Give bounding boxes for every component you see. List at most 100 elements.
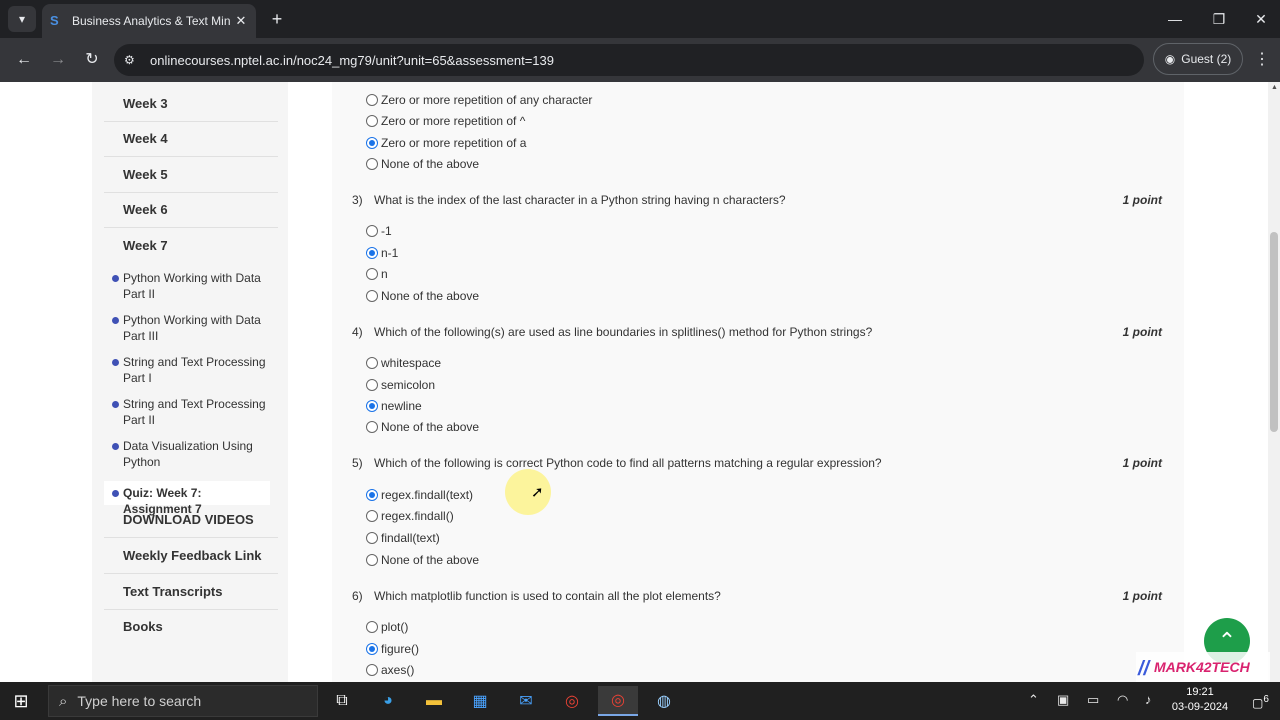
mail-icon[interactable]: ✉: [506, 686, 546, 716]
browser-menu-icon[interactable]: ⋮: [1254, 48, 1270, 72]
answer-option[interactable]: Zero or more repetition of ^: [366, 112, 525, 130]
chrome-icon[interactable]: ◎: [552, 686, 592, 716]
radio-button[interactable]: [366, 664, 378, 676]
answer-option[interactable]: axes(): [366, 661, 414, 679]
microsoft-store-icon[interactable]: ▦: [460, 686, 500, 716]
answer-option[interactable]: Zero or more repetition of any character: [366, 91, 592, 109]
sidebar-item-week-5[interactable]: Week 5: [104, 158, 278, 193]
question-text: Which matplotlib function is used to con…: [374, 589, 721, 603]
radio-button[interactable]: [366, 421, 378, 433]
answer-option[interactable]: n-1: [366, 244, 398, 262]
sidebar-unit-item[interactable]: Python Working with Data Part III: [110, 312, 270, 344]
battery-icon[interactable]: ▭: [1087, 692, 1099, 708]
sidebar-unit-item[interactable]: String and Text Processing Part II: [110, 396, 270, 428]
answer-option[interactable]: regex.findall(): [366, 507, 454, 525]
sidebar-item-week-3[interactable]: Week 3: [104, 87, 278, 122]
reload-button[interactable]: ↻: [80, 48, 104, 72]
answer-option[interactable]: Zero or more repetition of a: [366, 134, 526, 152]
tab-list-button[interactable]: ▾: [8, 6, 36, 32]
answer-option[interactable]: None of the above: [366, 155, 479, 173]
radio-button[interactable]: [366, 225, 378, 237]
sidebar-unit-item[interactable]: Data Visualization Using Python: [110, 438, 270, 470]
radio-button[interactable]: [366, 510, 378, 522]
page-scrollbar[interactable]: ▲: [1268, 82, 1280, 682]
edge-browser-icon[interactable]: ◕: [368, 686, 408, 716]
watermark-text: MARK42TECH: [1154, 659, 1250, 675]
radio-button[interactable]: [366, 94, 378, 106]
scroll-up-icon[interactable]: ▲: [1271, 84, 1278, 91]
minimize-button[interactable]: —: [1160, 6, 1190, 32]
option-label: -1: [381, 224, 392, 238]
sidebar-item-week-4[interactable]: Week 4: [104, 122, 278, 157]
radio-button[interactable]: [366, 621, 378, 633]
answer-option[interactable]: n: [366, 265, 388, 283]
browser-tab[interactable]: S Business Analytics & Text Minin ✕: [42, 4, 256, 38]
close-tab-icon[interactable]: ✕: [234, 13, 248, 29]
new-tab-button[interactable]: +: [266, 8, 288, 30]
file-explorer-icon[interactable]: ▬: [414, 686, 454, 716]
profile-button[interactable]: ◉ Guest (2): [1153, 43, 1243, 75]
sidebar-link-books[interactable]: Books: [104, 609, 278, 645]
radio-button[interactable]: [366, 115, 378, 127]
sidebar-unit-item[interactable]: String and Text Processing Part I: [110, 354, 270, 386]
radio-button[interactable]: [366, 268, 378, 280]
volume-icon[interactable]: ♪: [1145, 692, 1152, 707]
scrollbar-thumb[interactable]: [1270, 232, 1278, 432]
network-app-icon[interactable]: ◍: [644, 686, 684, 716]
radio-button[interactable]: [366, 379, 378, 391]
answer-option[interactable]: semicolon: [366, 376, 435, 394]
wifi-icon[interactable]: ◠: [1117, 692, 1128, 708]
sidebar-item-week-7[interactable]: Week 7: [104, 229, 278, 264]
site-info-icon[interactable]: ⚙: [124, 53, 142, 67]
watermark: //MARK42TECH: [1136, 652, 1270, 682]
taskbar-clock[interactable]: 19:21 03-09-2024: [1168, 685, 1232, 715]
answer-option[interactable]: regex.findall(text): [366, 486, 473, 504]
taskbar-search-box[interactable]: ⌕ Type here to search: [48, 685, 318, 717]
answer-option[interactable]: None of the above: [366, 418, 479, 436]
answer-option[interactable]: newline: [366, 397, 422, 415]
sidebar-link-download-videos[interactable]: DOWNLOAD VIDEOS: [104, 502, 278, 538]
sidebar-link-text-transcripts[interactable]: Text Transcripts: [104, 574, 278, 610]
address-bar[interactable]: ⚙ onlinecourses.nptel.ac.in/noc24_mg79/u…: [114, 44, 1144, 76]
radio-button[interactable]: [366, 532, 378, 544]
option-label: None of the above: [381, 289, 480, 303]
mouse-pointer-icon: ➚: [531, 484, 544, 501]
answer-option[interactable]: plot(): [366, 618, 408, 636]
chrome-active-icon[interactable]: ◎: [598, 686, 638, 716]
radio-button[interactable]: [366, 357, 378, 369]
assignment-content: Zero or more repetition of any character…: [332, 82, 1184, 682]
windows-start-icon[interactable]: ⊞: [10, 690, 32, 712]
answer-option[interactable]: None of the above: [366, 551, 479, 569]
show-hidden-icons-icon[interactable]: ⌃: [1028, 692, 1039, 708]
radio-button-selected[interactable]: [366, 247, 378, 259]
back-button[interactable]: ←: [12, 48, 36, 72]
watermark-logo-icon: //: [1138, 658, 1150, 680]
radio-button-selected[interactable]: [366, 400, 378, 412]
unit-bullet-icon: [112, 359, 119, 366]
radio-button-selected[interactable]: [366, 137, 378, 149]
maximize-button[interactable]: ❐: [1204, 6, 1234, 32]
radio-button-selected[interactable]: [366, 643, 378, 655]
task-view-icon[interactable]: ⧉: [322, 686, 362, 716]
meet-icon[interactable]: ▣: [1057, 692, 1069, 708]
radio-button-selected[interactable]: [366, 489, 378, 501]
question-points: 1 point: [1122, 589, 1162, 603]
answer-option[interactable]: findall(text): [366, 529, 440, 547]
option-label: semicolon: [381, 378, 436, 392]
answer-option[interactable]: -1: [366, 222, 392, 240]
radio-button[interactable]: [366, 290, 378, 302]
question-header: 3) What is the index of the last charact…: [352, 193, 1172, 211]
answer-option[interactable]: None of the above: [366, 287, 479, 305]
answer-option[interactable]: whitespace: [366, 354, 441, 372]
close-window-button[interactable]: ✕: [1246, 6, 1276, 32]
forward-button[interactable]: →: [46, 48, 70, 72]
sidebar-unit-item[interactable]: Python Working with Data Part II: [110, 270, 270, 302]
notification-icon[interactable]: ▢6: [1252, 694, 1269, 710]
sidebar-link-weekly-feedback[interactable]: Weekly Feedback Link: [104, 538, 278, 574]
radio-button[interactable]: [366, 158, 378, 170]
option-label: None of the above: [381, 157, 480, 171]
sidebar-item-week-6[interactable]: Week 6: [104, 193, 278, 228]
answer-option[interactable]: figure(): [366, 640, 419, 658]
search-icon: ⌕: [59, 692, 68, 710]
radio-button[interactable]: [366, 554, 378, 566]
